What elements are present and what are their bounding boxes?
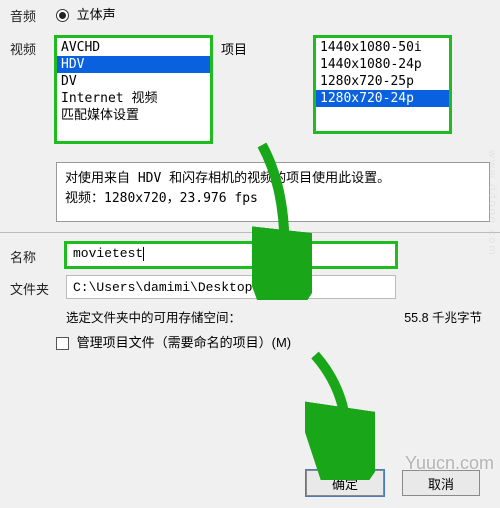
list-item[interactable]: 1440x1080-24p	[316, 56, 449, 73]
audio-label: 音频	[0, 4, 56, 25]
video-format-listbox[interactable]: AVCHD HDV DV Internet 视频 匹配媒体设置	[56, 37, 211, 142]
stereo-radio-label: 立体声	[77, 7, 116, 22]
project-name-input[interactable]: movietest	[66, 243, 396, 267]
preset-description: 对使用来自 HDV 和闪存相机的视频的项目使用此设置。 视频：1280x720，…	[56, 162, 490, 222]
manage-files-label: 管理项目文件（需要命名的项目）(M)	[77, 335, 292, 350]
list-item[interactable]: Internet 视频	[57, 90, 210, 107]
available-space-value: 55.8 千兆字节	[404, 307, 482, 326]
annotation-arrow-icon	[305, 350, 375, 480]
list-item[interactable]: HDV	[57, 56, 210, 73]
folder-row: 文件夹 C:\Users\damimi\Desktop\	[0, 275, 500, 299]
description-line1: 对使用来自 HDV 和闪存相机的视频的项目使用此设置。	[65, 169, 481, 189]
manage-files-row: 管理项目文件（需要命名的项目）(M)	[0, 332, 500, 351]
list-item[interactable]: 匹配媒体设置	[57, 107, 210, 124]
available-space-label: 选定文件夹中的可用存储空间：	[66, 307, 241, 326]
folder-path-field[interactable]: C:\Users\damimi\Desktop\	[66, 275, 396, 299]
radio-dot-icon	[56, 9, 69, 22]
project-preset-listbox[interactable]: 1440x1080-50i 1440x1080-24p 1280x720-25p…	[315, 37, 450, 132]
name-label: 名称	[0, 245, 66, 266]
audio-row: 音频 立体声	[0, 0, 500, 33]
list-item[interactable]: 1440x1080-50i	[316, 39, 449, 56]
project-label: 项目	[211, 37, 305, 58]
list-item[interactable]: 1280x720-25p	[316, 73, 449, 90]
manage-files-checkbox[interactable]	[56, 337, 69, 350]
description-line2: 视频：1280x720，23.976 fps	[65, 189, 481, 209]
separator	[0, 232, 500, 233]
folder-label: 文件夹	[0, 277, 66, 298]
text-caret-icon	[143, 247, 144, 261]
list-item[interactable]: DV	[57, 73, 210, 90]
stereo-radio[interactable]: 立体声	[56, 4, 116, 23]
side-watermark: www.ddooo.com	[480, 150, 498, 257]
watermark: Yuucn.com	[405, 453, 494, 474]
video-label: 视频	[0, 37, 56, 58]
name-row: 名称 movietest	[0, 243, 500, 267]
ok-button[interactable]: 确定	[306, 470, 384, 496]
list-item[interactable]: 1280x720-24p	[316, 90, 449, 107]
list-item[interactable]: AVCHD	[57, 39, 210, 56]
lists-row: 视频 AVCHD HDV DV Internet 视频 匹配媒体设置 项目 14…	[0, 37, 500, 142]
folder-path-value: C:\Users\damimi\Desktop\	[73, 280, 260, 295]
available-space-row: 选定文件夹中的可用存储空间： 55.8 千兆字节	[0, 307, 500, 326]
project-name-value: movietest	[73, 246, 143, 261]
